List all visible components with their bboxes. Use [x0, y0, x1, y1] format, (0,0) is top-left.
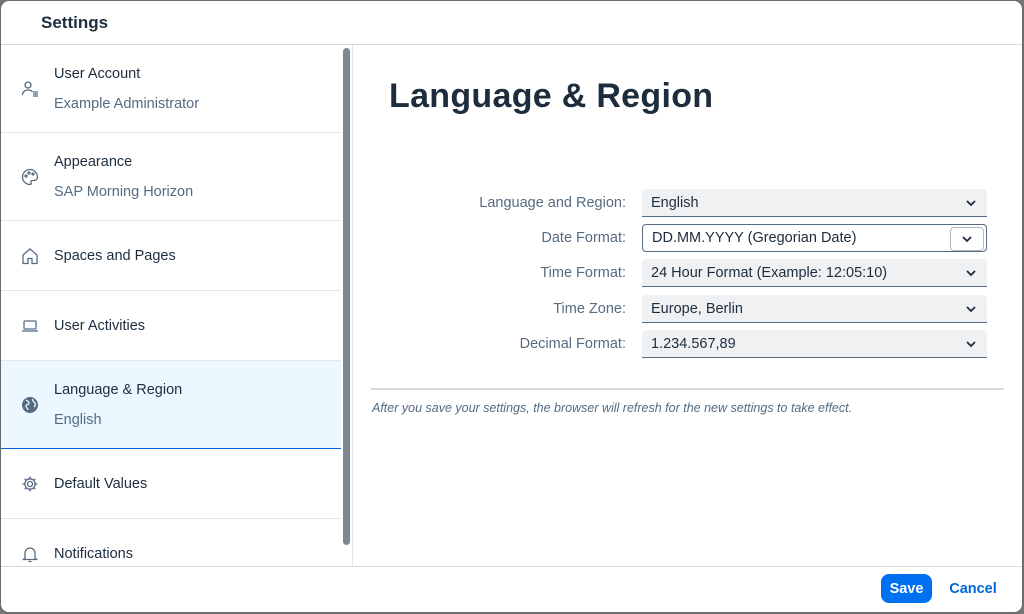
dialog-header: Settings — [1, 1, 1022, 45]
save-button[interactable]: Save — [881, 574, 932, 603]
language-region-row: Language and Region: English — [354, 189, 1022, 217]
time-format-row: Time Format: 24 Hour Format (Example: 12… — [354, 259, 1022, 287]
chevron-down-icon — [964, 302, 978, 316]
sidebar-item-spaces-pages[interactable]: Spaces and Pages — [1, 221, 341, 291]
time-format-select[interactable]: 24 Hour Format (Example: 12:05:10) — [642, 259, 987, 287]
bell-icon — [21, 545, 39, 563]
field-label: Date Format: — [541, 230, 626, 246]
sidebar-item-appearance[interactable]: Appearance SAP Morning Horizon — [1, 133, 341, 221]
page-title: Language & Region — [389, 77, 714, 115]
field-label: Decimal Format: — [519, 336, 626, 352]
sidebar-item-subtitle: SAP Morning Horizon — [54, 183, 194, 200]
time-zone-row: Time Zone: Europe, Berlin — [354, 295, 1022, 323]
dialog-title: Settings — [41, 12, 109, 32]
chevron-down-icon[interactable] — [950, 227, 984, 251]
settings-sidebar: User Account Example Administrator Appea… — [1, 45, 353, 566]
settings-dialog: Settings User Account Example Administra… — [1, 1, 1022, 612]
settings-content: Language & Region Language and Region: E… — [354, 45, 1022, 566]
laptop-icon — [21, 317, 39, 335]
date-format-select[interactable]: DD.MM.YYYY (Gregorian Date) — [642, 224, 987, 252]
sidebar-item-user-activities[interactable]: User Activities — [1, 291, 341, 361]
chevron-down-icon — [964, 266, 978, 280]
sidebar-item-subtitle: Example Administrator — [54, 95, 200, 112]
field-label: Time Zone: — [553, 301, 626, 317]
cancel-button[interactable]: Cancel — [941, 574, 1005, 603]
sidebar-item-subtitle: English — [54, 411, 102, 428]
user-account-icon — [21, 80, 39, 98]
chevron-down-icon — [964, 337, 978, 351]
refresh-note: After you save your settings, the browse… — [372, 401, 853, 415]
decimal-format-select[interactable]: 1.234.567,89 — [642, 330, 987, 358]
select-value: DD.MM.YYYY (Gregorian Date) — [652, 230, 857, 246]
date-format-row: Date Format: DD.MM.YYYY (Gregorian Date) — [354, 224, 1022, 252]
sidebar-item-language-region[interactable]: Language & Region English — [1, 361, 341, 449]
home-icon — [21, 247, 39, 265]
field-label: Time Format: — [540, 265, 626, 281]
field-label: Language and Region: — [479, 195, 626, 211]
sidebar-item-default-values[interactable]: Default Values — [1, 449, 341, 519]
chevron-down-icon — [964, 196, 978, 210]
sidebar-item-user-account[interactable]: User Account Example Administrator — [1, 45, 341, 133]
sidebar-item-title: Notifications — [54, 545, 133, 562]
sidebar-item-title: Language & Region — [54, 381, 183, 398]
sidebar-item-title: Appearance — [54, 153, 133, 170]
decimal-format-row: Decimal Format: 1.234.567,89 — [354, 330, 1022, 358]
select-value: 24 Hour Format (Example: 12:05:10) — [651, 264, 888, 281]
gear-icon — [21, 475, 39, 493]
sidebar-item-title: User Account — [54, 65, 141, 82]
palette-icon — [21, 168, 39, 186]
dialog-footer: Save Cancel — [1, 566, 1022, 612]
select-value: 1.234.567,89 — [651, 335, 736, 352]
sidebar-scrollbar[interactable] — [343, 48, 350, 545]
language-region-select[interactable]: English — [642, 189, 987, 217]
globe-icon — [21, 396, 39, 414]
select-value: Europe, Berlin — [651, 300, 743, 317]
content-divider — [371, 388, 1004, 390]
time-zone-select[interactable]: Europe, Berlin — [642, 295, 987, 323]
sidebar-item-title: User Activities — [54, 317, 146, 334]
select-value: English — [651, 194, 699, 211]
sidebar-item-title: Default Values — [54, 475, 148, 492]
sidebar-item-title: Spaces and Pages — [54, 247, 176, 264]
sidebar-item-notifications[interactable]: Notifications — [1, 519, 341, 566]
